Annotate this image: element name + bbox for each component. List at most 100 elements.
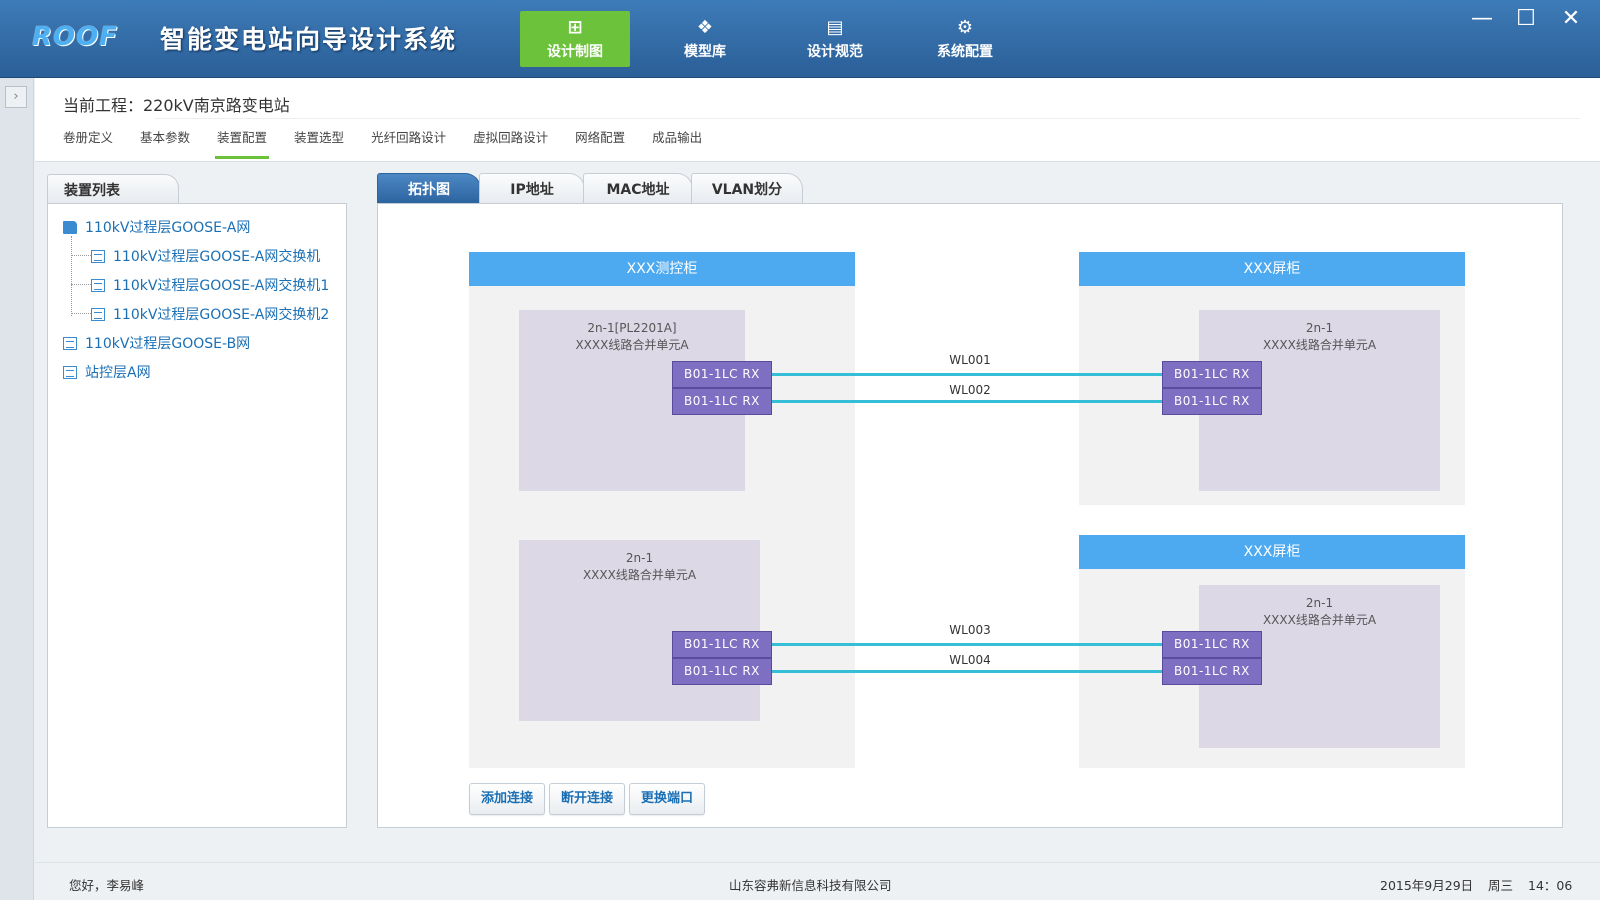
document-icon — [91, 307, 105, 321]
port[interactable]: B01-1LC RX — [672, 388, 772, 415]
project-header: 当前工程：220kV南京路变电站 卷册定义 基本参数 装置配置 装置选型 光纤回… — [35, 78, 1600, 162]
fiber-link[interactable] — [772, 400, 1163, 403]
port[interactable]: B01-1LC RX — [672, 631, 772, 658]
tree-node[interactable]: 110kV过程层GOOSE-A网 — [63, 217, 250, 237]
divider — [155, 118, 1580, 119]
user-greeting: 您好，李易峰 — [69, 878, 145, 893]
subtab-output[interactable]: 成品输出 — [652, 129, 702, 159]
app-title: 智能变电站向导设计系统 — [160, 25, 458, 54]
tree-connector — [71, 313, 91, 314]
device-label: 2n-1 XXXX线路合并单元A — [519, 550, 760, 584]
nav-design-spec[interactable]: ▤ 设计规范 — [780, 11, 890, 67]
fiber-link[interactable] — [772, 373, 1163, 376]
document-icon — [91, 278, 105, 292]
nav-label: 模型库 — [684, 44, 726, 60]
device-name: XXXX线路合并单元A — [575, 338, 689, 352]
company-name: 山东容弗新信息科技有限公司 — [729, 878, 892, 893]
subtab-basic-params[interactable]: 基本参数 — [140, 129, 190, 159]
nav-label: 设计规范 — [807, 44, 863, 60]
device-list-panel: 110kV过程层GOOSE-A网 110kV过程层GOOSE-A网交换机 110… — [47, 203, 347, 828]
tree-node[interactable]: 110kV过程层GOOSE-A网交换机2 — [91, 304, 329, 324]
status-bar: 您好，李易峰 山东容弗新信息科技有限公司 2015年9月29日 周三 14：06 — [35, 862, 1600, 900]
port[interactable]: B01-1LC RX — [1162, 658, 1262, 685]
cabinet-title: XXX测控柜 — [469, 252, 855, 286]
tab-mac-address[interactable]: MAC地址 — [583, 173, 693, 203]
collapse-strip: › — [0, 78, 34, 900]
tree-connector — [71, 284, 91, 285]
nav-system-config[interactable]: ⚙ 系统配置 — [910, 11, 1020, 67]
port[interactable]: B01-1LC RX — [1162, 361, 1262, 388]
date: 2015年9月29日 — [1380, 878, 1474, 893]
folder-icon — [63, 220, 77, 234]
link-label: WL002 — [949, 383, 991, 397]
port[interactable]: B01-1LC RX — [672, 658, 772, 685]
nav-label: 系统配置 — [937, 44, 993, 60]
nav-design-drawing[interactable]: ⊞ 设计制图 — [520, 11, 630, 67]
document-icon — [63, 365, 77, 379]
tab-ip-address[interactable]: IP地址 — [479, 173, 585, 203]
document-icon — [91, 249, 105, 263]
tab-topology[interactable]: 拓扑图 — [377, 173, 481, 203]
weekday: 周三 — [1488, 878, 1514, 893]
link-label: WL001 — [949, 353, 991, 367]
time: 14：06 — [1528, 878, 1573, 893]
add-connection-button[interactable]: 添加连接 — [469, 783, 545, 815]
tree-node-label: 110kV过程层GOOSE-A网交换机1 — [113, 278, 330, 294]
tab-vlan[interactable]: VLAN划分 — [691, 173, 803, 203]
tree-node[interactable]: 110kV过程层GOOSE-B网 — [63, 333, 250, 353]
device-label: 2n-1[PL2201A] XXXX线路合并单元A — [519, 320, 745, 354]
document-icon — [63, 336, 77, 350]
device-id: 2n-1 — [1305, 596, 1334, 610]
disconnect-button[interactable]: 断开连接 — [549, 783, 625, 815]
device-name: XXXX线路合并单元A — [582, 568, 697, 582]
device-id: 2n-1[PL2201A] — [587, 321, 677, 335]
subtab-virtual-circuit[interactable]: 虚拟回路设计 — [473, 129, 548, 159]
device-list-tab[interactable]: 装置列表 — [47, 174, 179, 204]
main-nav: ⊞ 设计制图 ❖ 模型库 ▤ 设计规范 ⚙ 系统配置 — [520, 11, 1040, 67]
tree-node[interactable]: 站控层A网 — [63, 362, 151, 382]
port[interactable]: B01-1LC RX — [672, 361, 772, 388]
expand-sidebar-button[interactable]: › — [5, 86, 27, 108]
tree-node[interactable]: 110kV过程层GOOSE-A网交换机1 — [91, 275, 329, 295]
link-label: WL003 — [949, 623, 991, 637]
dropbox-icon: ❖ — [696, 17, 714, 38]
subtab-device-config[interactable]: 装置配置 — [215, 129, 270, 159]
tree-node[interactable]: 110kV过程层GOOSE-A网交换机 — [91, 246, 320, 266]
tree-connector — [71, 255, 91, 256]
link-label: WL004 — [949, 653, 991, 667]
subtab-device-selection[interactable]: 装置选型 — [294, 129, 344, 159]
tree-node-label: 110kV过程层GOOSE-A网交换机 — [113, 249, 321, 265]
roof-logo: ROOF — [32, 22, 118, 52]
document-icon: ▤ — [826, 17, 844, 38]
title-bar: ROOF 智能变电站向导设计系统 ⊞ 设计制图 ❖ 模型库 ▤ 设计规范 ⚙ 系… — [0, 0, 1600, 78]
subtab-network-config[interactable]: 网络配置 — [575, 129, 625, 159]
fiber-link[interactable] — [772, 670, 1163, 673]
tree-node-label: 站控层A网 — [85, 365, 151, 381]
tree-node-label: 110kV过程层GOOSE-A网 — [85, 220, 251, 236]
gear-icon: ⚙ — [956, 17, 974, 38]
close-button[interactable]: ✕ — [1555, 6, 1587, 31]
subtab-fiber-circuit[interactable]: 光纤回路设计 — [371, 129, 446, 159]
device-id: 2n-1 — [1305, 321, 1334, 335]
device-label: 2n-1 XXXX线路合并单元A — [1199, 320, 1440, 354]
change-port-button[interactable]: 更换端口 — [629, 783, 705, 815]
device-id: 2n-1 — [625, 551, 654, 565]
subtab-volume-definition[interactable]: 卷册定义 — [63, 129, 113, 159]
fiber-link[interactable] — [772, 643, 1163, 646]
tree-node-label: 110kV过程层GOOSE-B网 — [85, 336, 251, 352]
tree-connector — [71, 236, 72, 316]
current-project: 当前工程：220kV南京路变电站 — [63, 96, 290, 115]
design-drawing-icon: ⊞ — [567, 17, 583, 38]
nav-model-library[interactable]: ❖ 模型库 — [650, 11, 760, 67]
device-name: XXXX线路合并单元A — [1262, 613, 1377, 627]
sub-tabs: 卷册定义 基本参数 装置配置 装置选型 光纤回路设计 虚拟回路设计 网络配置 成… — [63, 129, 729, 159]
cabinet-title: XXX屏柜 — [1079, 252, 1465, 286]
nav-label: 设计制图 — [547, 44, 603, 60]
cabinet-title: XXX屏柜 — [1079, 535, 1465, 569]
port[interactable]: B01-1LC RX — [1162, 388, 1262, 415]
maximize-button[interactable]: ☐ — [1510, 6, 1542, 31]
port[interactable]: B01-1LC RX — [1162, 631, 1262, 658]
device-name: XXXX线路合并单元A — [1262, 338, 1377, 352]
minimize-button[interactable]: — — [1466, 6, 1498, 31]
tree-node-label: 110kV过程层GOOSE-A网交换机2 — [113, 307, 330, 323]
